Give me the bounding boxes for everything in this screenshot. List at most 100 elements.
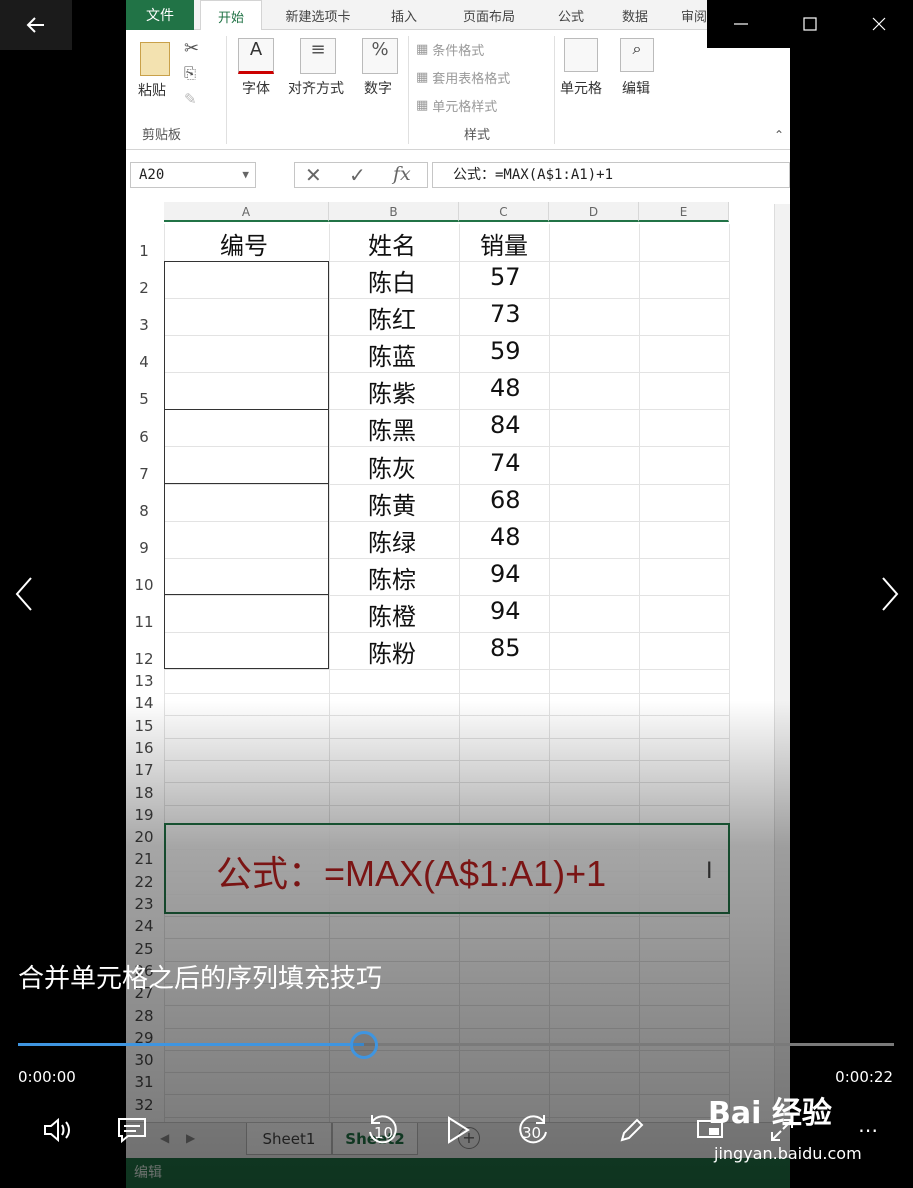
close-button[interactable] (844, 0, 913, 48)
row-number[interactable]: 15 (126, 717, 162, 735)
window-controls (707, 0, 913, 48)
tab-new[interactable]: 新建选项卡 (270, 0, 366, 30)
skip-back-button[interactable]: 10 (360, 1108, 404, 1152)
seek-bar-handle[interactable] (350, 1031, 379, 1059)
tab-home[interactable]: 开始 (200, 0, 262, 31)
merged-cell-a11-a12[interactable] (164, 594, 329, 669)
binoculars-icon[interactable]: ⌕ (620, 38, 654, 72)
row-number[interactable]: 23 (126, 895, 162, 913)
cancel-icon[interactable]: ✕ (305, 163, 322, 187)
row-number[interactable]: 6 (126, 428, 162, 446)
row-number[interactable]: 18 (126, 784, 162, 802)
font-icon[interactable]: A (238, 38, 274, 74)
collapse-ribbon-icon[interactable]: ⌃ (774, 128, 784, 142)
previous-button[interactable] (4, 574, 44, 614)
next-button[interactable] (870, 574, 910, 614)
row-number[interactable]: 25 (126, 940, 162, 958)
subtitles-button[interactable] (110, 1108, 154, 1152)
column-header-a[interactable]: A (164, 202, 329, 222)
row-number[interactable]: 28 (126, 1007, 162, 1025)
cell-name: 陈紫 (368, 380, 416, 409)
play-button[interactable] (436, 1108, 480, 1152)
number-label[interactable]: 数字 (364, 78, 392, 98)
format-painter-icon[interactable]: ✎ (184, 90, 197, 108)
row-number[interactable]: 24 (126, 917, 162, 935)
back-button[interactable] (0, 0, 72, 50)
skip-forward-button[interactable]: 30 (512, 1108, 556, 1152)
row-number[interactable]: 3 (126, 316, 162, 334)
row-number[interactable]: 22 (126, 873, 162, 891)
row-number[interactable]: 1 (126, 242, 162, 260)
tab-file[interactable]: 文件 (126, 0, 194, 30)
row-number[interactable]: 30 (126, 1051, 162, 1069)
merged-cell-a2-a5[interactable] (164, 261, 329, 410)
font-label[interactable]: 字体 (242, 78, 270, 98)
gridline (164, 1049, 729, 1051)
row-number[interactable]: 14 (126, 694, 162, 712)
cell-name: 陈灰 (368, 454, 416, 483)
column-header-e[interactable]: E (639, 202, 729, 222)
row-number[interactable]: 13 (126, 672, 162, 690)
spreadsheet-grid[interactable]: A B C D E 编号 姓名 销量 陈白 57 陈红 73 陈蓝 59 陈紫 48 陈黑 84 陈… (126, 198, 790, 1158)
edit-label[interactable]: 编辑 (622, 78, 650, 98)
column-header-d[interactable]: D (549, 202, 639, 222)
chevron-down-icon[interactable]: ▼ (242, 163, 249, 187)
tab-formulas[interactable]: 公式 (546, 0, 596, 30)
paste-label[interactable]: 粘贴 (138, 80, 166, 100)
row-number[interactable]: 2 (126, 279, 162, 297)
tab-insert[interactable]: 插入 (378, 0, 430, 30)
merged-cell-a8-a10[interactable] (164, 483, 329, 595)
cut-icon[interactable]: ✂ (184, 38, 199, 59)
seek-bar[interactable] (18, 1031, 894, 1059)
cell-sales: 85 (490, 634, 521, 662)
row-number[interactable]: 31 (126, 1073, 162, 1091)
align-label[interactable]: 对齐方式 (288, 78, 344, 98)
separator (554, 36, 555, 144)
tab-data[interactable]: 数据 (610, 0, 660, 30)
row-number[interactable]: 21 (126, 850, 162, 868)
row-number[interactable]: 17 (126, 761, 162, 779)
cell-name: 陈粉 (368, 640, 416, 668)
row-number[interactable]: 10 (126, 576, 162, 594)
maximize-button[interactable] (776, 0, 845, 48)
row-number[interactable]: 12 (126, 650, 162, 668)
paste-icon[interactable] (140, 42, 170, 76)
sheet-nav-right-icon[interactable]: ▶ (186, 1131, 195, 1145)
row-number[interactable]: 16 (126, 739, 162, 757)
formula-input[interactable]: 公式：=MAX(A$1:A1)+1 (432, 162, 790, 188)
row-number[interactable]: 19 (126, 806, 162, 824)
merged-cell-a6-a7[interactable] (164, 409, 329, 484)
row-number[interactable]: 4 (126, 353, 162, 371)
row-number[interactable]: 11 (126, 613, 162, 631)
row-number[interactable]: 20 (126, 828, 162, 846)
sheet-tab-1[interactable]: Sheet1 (246, 1123, 332, 1155)
volume-button[interactable] (36, 1108, 80, 1152)
column-header-b[interactable]: B (329, 202, 459, 222)
table-format-icon: ▦ (416, 70, 429, 85)
cell-sales: 59 (490, 337, 521, 366)
sheet-nav-left-icon[interactable]: ◀ (160, 1131, 169, 1145)
draw-button[interactable] (610, 1108, 654, 1152)
row-number[interactable]: 9 (126, 539, 162, 557)
fx-icon[interactable]: fx (393, 163, 411, 185)
confirm-icon[interactable]: ✓ (349, 163, 366, 187)
align-icon[interactable]: ≡ (300, 38, 336, 74)
name-box[interactable]: A20 ▼ (130, 162, 256, 188)
column-header-c[interactable]: C (459, 202, 549, 222)
vertical-scrollbar[interactable] (774, 204, 790, 1120)
table-format-button[interactable]: ▦ 套用表格格式 (416, 68, 510, 87)
cell-style-button[interactable]: ▦ 单元格样式 (416, 96, 497, 115)
row-number[interactable]: 7 (126, 465, 162, 483)
ribbon: 粘贴 ✂ ⎘ ✎ 剪贴板 A 字体 ≡ 对齐方式 % 数字 ▦ 条件格式 ▦ 套用表… (126, 30, 790, 150)
row-number[interactable]: 8 (126, 502, 162, 520)
tab-page-layout[interactable]: 页面布局 (444, 0, 534, 30)
time-total: 0:00:22 (835, 1068, 893, 1086)
conditional-format-button[interactable]: ▦ 条件格式 (416, 40, 484, 59)
row-number[interactable]: 5 (126, 390, 162, 408)
percent-icon[interactable]: % (362, 38, 398, 74)
cells-icon[interactable] (564, 38, 598, 72)
copy-icon[interactable]: ⎘ (184, 64, 196, 82)
minimize-button[interactable] (707, 0, 776, 48)
cell-name: 陈蓝 (368, 343, 416, 372)
cells-label[interactable]: 单元格 (560, 78, 602, 98)
